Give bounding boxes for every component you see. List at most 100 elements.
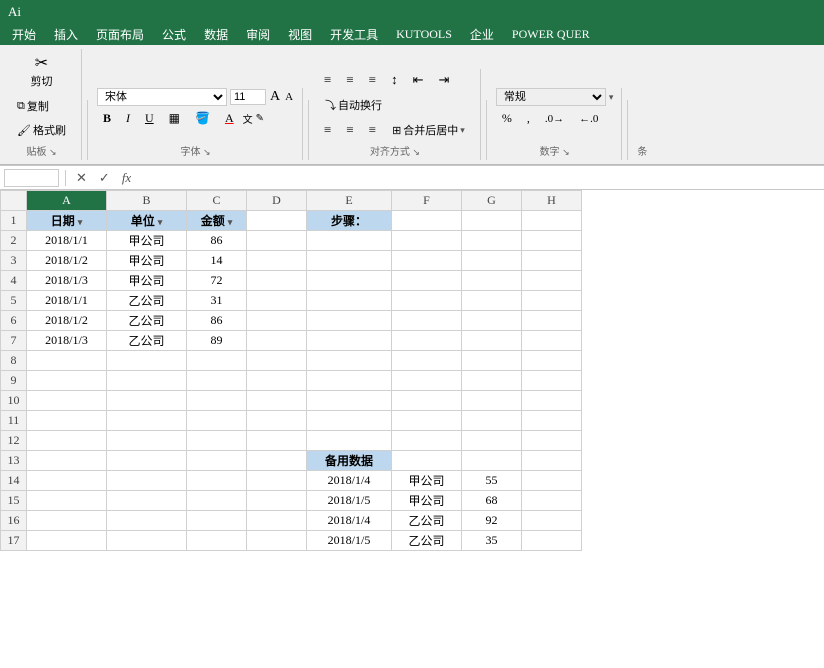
cell-1-b[interactable]: 单位 ▾ bbox=[107, 211, 187, 231]
cell-17-d[interactable] bbox=[247, 531, 307, 551]
cell-12-f[interactable] bbox=[392, 431, 462, 451]
border-button[interactable]: ▦ bbox=[163, 109, 186, 128]
cell-14-e[interactable]: 2018/1/4 bbox=[307, 471, 392, 491]
cell-11-c[interactable] bbox=[187, 411, 247, 431]
row-header-17[interactable]: 17 bbox=[1, 531, 27, 551]
col-header-d[interactable]: D bbox=[247, 191, 307, 211]
cell-16-a[interactable] bbox=[27, 511, 107, 531]
row-header-7[interactable]: 7 bbox=[1, 331, 27, 351]
fill-color-button[interactable]: 🪣 bbox=[189, 109, 216, 128]
cell-12-c[interactable] bbox=[187, 431, 247, 451]
cell-16-b[interactable] bbox=[107, 511, 187, 531]
cell-10-d[interactable] bbox=[247, 391, 307, 411]
increase-decimal-button[interactable]: .0→ bbox=[539, 111, 570, 127]
cell-16-f[interactable]: 乙公司 bbox=[392, 511, 462, 531]
cell-15-f[interactable]: 甲公司 bbox=[392, 491, 462, 511]
cell-15-e[interactable]: 2018/1/5 bbox=[307, 491, 392, 511]
cell-12-b[interactable] bbox=[107, 431, 187, 451]
cell-14-h[interactable] bbox=[522, 471, 582, 491]
cell-7-g[interactable] bbox=[462, 331, 522, 351]
cell-2-b[interactable]: 甲公司 bbox=[107, 231, 187, 251]
cut-button[interactable]: ✂ 剪切 bbox=[10, 49, 73, 93]
cell-12-d[interactable] bbox=[247, 431, 307, 451]
cell-4-f[interactable] bbox=[392, 271, 462, 291]
cell-4-d[interactable] bbox=[247, 271, 307, 291]
cell-6-g[interactable] bbox=[462, 311, 522, 331]
cell-15-d[interactable] bbox=[247, 491, 307, 511]
formula-input[interactable] bbox=[139, 170, 820, 185]
cell-1-h[interactable] bbox=[522, 211, 582, 231]
cell-13-h[interactable] bbox=[522, 451, 582, 471]
cell-6-h[interactable] bbox=[522, 311, 582, 331]
align-right-button[interactable]: ≡ bbox=[363, 119, 382, 141]
font-name-select[interactable]: 宋体 bbox=[97, 88, 227, 106]
menu-page-layout[interactable]: 页面布局 bbox=[88, 24, 152, 45]
cancel-formula-icon[interactable]: ✕ bbox=[72, 169, 91, 187]
cell-5-d[interactable] bbox=[247, 291, 307, 311]
cell-3-f[interactable] bbox=[392, 251, 462, 271]
cell-17-b[interactable] bbox=[107, 531, 187, 551]
row-header-10[interactable]: 10 bbox=[1, 391, 27, 411]
cell-17-a[interactable] bbox=[27, 531, 107, 551]
row-header-12[interactable]: 12 bbox=[1, 431, 27, 451]
cell-11-a[interactable] bbox=[27, 411, 107, 431]
row-header-4[interactable]: 4 bbox=[1, 271, 27, 291]
cell-4-b[interactable]: 甲公司 bbox=[107, 271, 187, 291]
cell-17-g[interactable]: 35 bbox=[462, 531, 522, 551]
cell-4-h[interactable] bbox=[522, 271, 582, 291]
align-center-button[interactable]: ≡ bbox=[340, 119, 359, 141]
cell-4-c[interactable]: 72 bbox=[187, 271, 247, 291]
cell-10-c[interactable] bbox=[187, 391, 247, 411]
cell-7-f[interactable] bbox=[392, 331, 462, 351]
cell-16-d[interactable] bbox=[247, 511, 307, 531]
menu-formula[interactable]: 公式 bbox=[154, 24, 194, 45]
underline-button[interactable]: U bbox=[139, 109, 160, 128]
confirm-formula-icon[interactable]: ✓ bbox=[95, 169, 114, 187]
cell-1-g[interactable] bbox=[462, 211, 522, 231]
bold-button[interactable]: B bbox=[97, 109, 117, 128]
menu-start[interactable]: 开始 bbox=[4, 24, 44, 45]
cell-6-b[interactable]: 乙公司 bbox=[107, 311, 187, 331]
cell-13-g[interactable] bbox=[462, 451, 522, 471]
cell-9-a[interactable] bbox=[27, 371, 107, 391]
col-header-g[interactable]: G bbox=[462, 191, 522, 211]
comma-button[interactable]: , bbox=[521, 109, 536, 128]
cell-6-f[interactable] bbox=[392, 311, 462, 331]
name-box[interactable] bbox=[4, 169, 59, 187]
cell-15-b[interactable] bbox=[107, 491, 187, 511]
cell-8-d[interactable] bbox=[247, 351, 307, 371]
cell-8-f[interactable] bbox=[392, 351, 462, 371]
cell-6-d[interactable] bbox=[247, 311, 307, 331]
cell-14-a[interactable] bbox=[27, 471, 107, 491]
cell-3-c[interactable]: 14 bbox=[187, 251, 247, 271]
cell-5-a[interactable]: 2018/1/1 bbox=[27, 291, 107, 311]
cell-13-e[interactable]: 备用数据 bbox=[307, 451, 392, 471]
cell-2-c[interactable]: 86 bbox=[187, 231, 247, 251]
cell-7-a[interactable]: 2018/1/3 bbox=[27, 331, 107, 351]
row-header-1[interactable]: 1 bbox=[1, 211, 27, 231]
cell-15-a[interactable] bbox=[27, 491, 107, 511]
col-header-a[interactable]: A bbox=[27, 191, 107, 211]
cell-8-h[interactable] bbox=[522, 351, 582, 371]
cell-17-e[interactable]: 2018/1/5 bbox=[307, 531, 392, 551]
col-header-c[interactable]: C bbox=[187, 191, 247, 211]
col-header-h[interactable]: H bbox=[522, 191, 582, 211]
number-format-select[interactable]: 常规 bbox=[496, 88, 606, 106]
menu-enterprise[interactable]: 企业 bbox=[462, 24, 502, 45]
menu-kutools[interactable]: KUTOOLS bbox=[388, 25, 460, 44]
cell-16-e[interactable]: 2018/1/4 bbox=[307, 511, 392, 531]
clipboard-expand-icon[interactable]: ↘ bbox=[49, 147, 57, 157]
cell-9-g[interactable] bbox=[462, 371, 522, 391]
row-header-15[interactable]: 15 bbox=[1, 491, 27, 511]
font-color-button[interactable]: A bbox=[219, 109, 240, 128]
col-header-f[interactable]: F bbox=[392, 191, 462, 211]
cell-3-h[interactable] bbox=[522, 251, 582, 271]
cell-9-e[interactable] bbox=[307, 371, 392, 391]
cell-14-f[interactable]: 甲公司 bbox=[392, 471, 462, 491]
cell-12-h[interactable] bbox=[522, 431, 582, 451]
cell-12-g[interactable] bbox=[462, 431, 522, 451]
cell-9-c[interactable] bbox=[187, 371, 247, 391]
text-direction-button[interactable]: ↕ bbox=[385, 69, 404, 91]
row-header-6[interactable]: 6 bbox=[1, 311, 27, 331]
cell-2-a[interactable]: 2018/1/1 bbox=[27, 231, 107, 251]
